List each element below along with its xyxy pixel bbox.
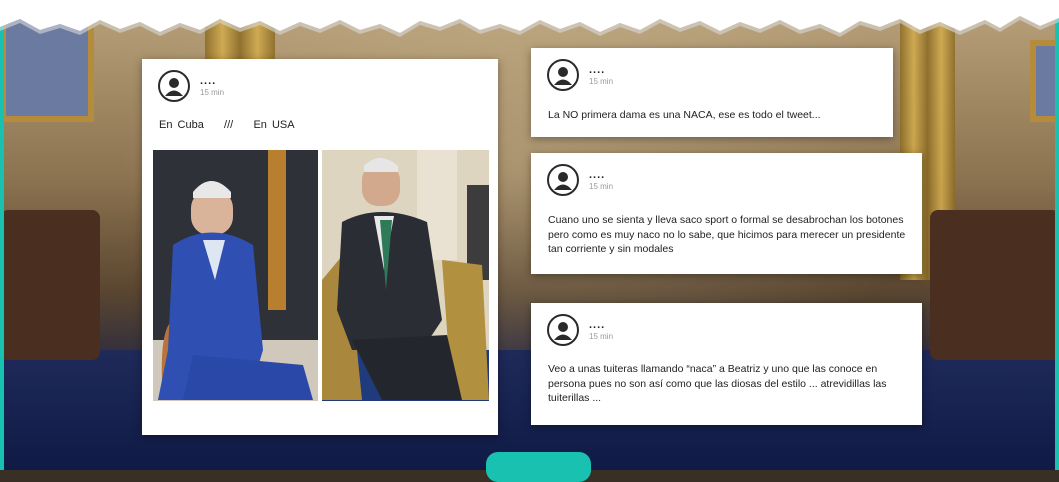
username: .... <box>589 168 606 181</box>
caption-right: En USA <box>253 119 295 131</box>
photo-en-cuba <box>153 150 318 401</box>
post-card-comment: .... 15 min La NO primera dama es una NA… <box>531 48 893 137</box>
timestamp: 15 min <box>589 76 614 86</box>
username: .... <box>589 63 606 76</box>
user-circle-icon <box>158 70 190 102</box>
post-header: .... 15 min <box>547 164 613 196</box>
armchair <box>0 210 100 360</box>
username: .... <box>200 74 217 87</box>
post-header: .... 15 min <box>547 59 613 91</box>
timestamp: 15 min <box>589 181 614 191</box>
username: .... <box>589 318 606 331</box>
armchair <box>930 210 1059 360</box>
user-circle-icon <box>547 164 579 196</box>
caption-left: En Cuba <box>159 119 204 131</box>
timestamp: 15 min <box>589 331 614 341</box>
post-card-comment: .... 15 min Cuano uno se sienta y lleva … <box>531 153 922 274</box>
photo-en-usa <box>322 150 489 401</box>
post-header: .... 15 min <box>158 70 224 102</box>
post-text: Cuano uno se sienta y lleva saco sport o… <box>548 214 906 255</box>
post-header: .... 15 min <box>547 314 613 346</box>
user-circle-icon <box>547 314 579 346</box>
timestamp: 15 min <box>200 87 225 97</box>
action-button[interactable] <box>486 452 591 482</box>
photo-caption: En Cuba /// En USA <box>159 119 295 131</box>
caption-separator: /// <box>224 119 234 131</box>
left-accent-edge <box>0 0 4 470</box>
post-text: Veo a unas tuiteras llamando “naca” a Be… <box>548 363 887 404</box>
user-circle-icon <box>547 59 579 91</box>
post-text: La NO primera dama es una NACA, ese es t… <box>548 109 821 121</box>
post-card-comment: .... 15 min Veo a unas tuiteras llamando… <box>531 303 922 425</box>
post-card-photos: .... 15 min En Cuba /// En USA <box>142 59 498 435</box>
torn-paper-edge <box>0 0 1059 37</box>
right-accent-edge <box>1055 0 1059 470</box>
